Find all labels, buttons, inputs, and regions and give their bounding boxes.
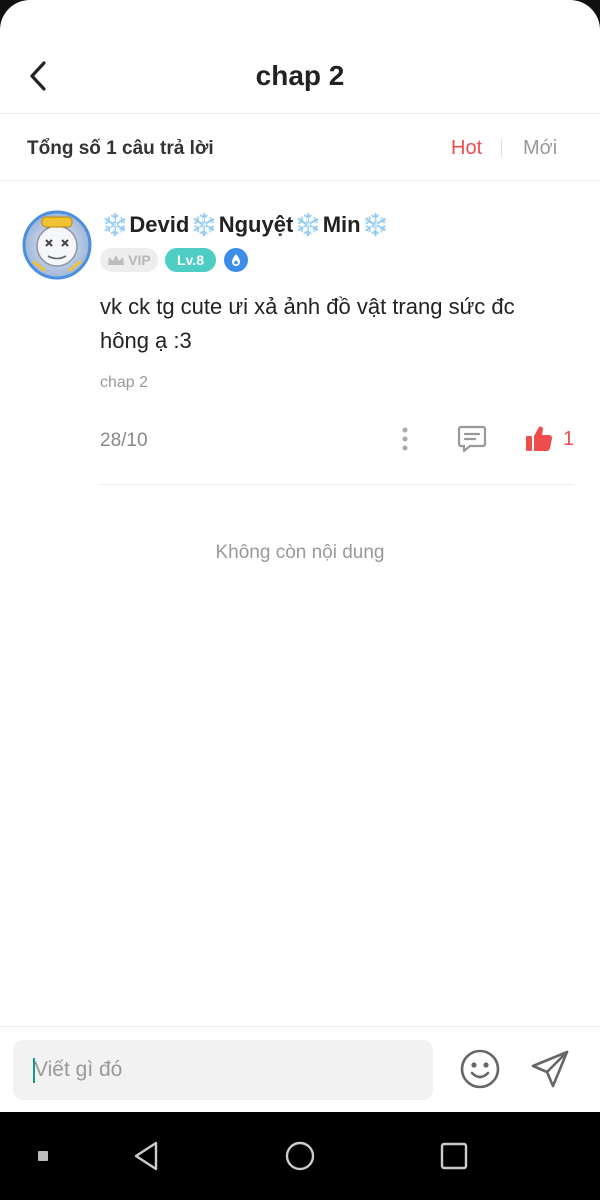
system-nav-bar (0, 1112, 600, 1200)
comment-date: 28/10 (100, 430, 148, 451)
username-part: Min (322, 212, 361, 237)
circle-home-icon (285, 1141, 315, 1171)
sort-bar: Tổng số 1 câu trả lời Hot Mới (0, 114, 600, 181)
smiley-icon (460, 1049, 500, 1089)
chapter-reference[interactable]: chap 2 (100, 374, 148, 392)
emoji-button[interactable] (458, 1047, 502, 1091)
comment-text: vk ck tg cute ưi xả ảnh đồ vật trang sức… (100, 294, 515, 353)
username[interactable]: ❄️ Devid ❄️ Nguyệt ❄️ Min ❄️ (100, 212, 390, 238)
sort-divider (501, 139, 502, 157)
like-button[interactable]: 1 (524, 422, 574, 456)
send-button[interactable] (528, 1047, 572, 1091)
snowflake-icon: ❄️ (101, 212, 129, 237)
nav-recents-button[interactable] (434, 1112, 474, 1200)
crown-icon (108, 254, 125, 265)
reply-button[interactable] (455, 422, 489, 456)
like-count: 1 (563, 427, 575, 450)
reply-count: Tổng số 1 câu trả lời (27, 138, 214, 159)
page-title: chap 2 (255, 60, 345, 91)
more-vertical-icon (402, 427, 408, 451)
square-recents-icon (440, 1142, 468, 1170)
app-screen: chap 2 Tổng số 1 câu trả lời Hot Mới ❄️ … (0, 0, 600, 1112)
header: chap 2 (0, 0, 600, 114)
snowflake-icon: ❄️ (190, 212, 218, 237)
nav-home-button[interactable] (280, 1112, 320, 1200)
sort-new-tab[interactable]: Mới (523, 137, 557, 160)
username-part: Nguyệt (218, 212, 294, 237)
comment-input[interactable] (13, 1040, 433, 1100)
thumbs-up-icon (526, 426, 553, 451)
snowflake-icon: ❄️ (294, 212, 322, 237)
vip-badge: VIP (100, 248, 158, 272)
send-icon (531, 1050, 569, 1088)
username-part: Devid (129, 212, 190, 237)
level-badge: Lv.8 (165, 248, 216, 272)
avatar[interactable] (22, 210, 92, 280)
text-cursor (33, 1058, 35, 1083)
user-badges: VIP Lv.8 (100, 248, 248, 272)
vip-label: VIP (128, 252, 151, 268)
more-options-button[interactable] (392, 424, 418, 454)
divider (100, 484, 574, 485)
square-dot-icon (38, 1151, 48, 1161)
end-of-list-message: Không còn nội dung (215, 542, 385, 563)
medal-icon (224, 248, 248, 272)
nav-menu-button[interactable] (28, 1112, 58, 1200)
snowflake-icon: ❄️ (361, 212, 389, 237)
comment-icon (457, 425, 487, 453)
triangle-back-icon (134, 1141, 158, 1171)
sort-hot-tab[interactable]: Hot (451, 137, 482, 160)
comment-composer (0, 1026, 600, 1112)
nav-back-button[interactable] (126, 1112, 166, 1200)
